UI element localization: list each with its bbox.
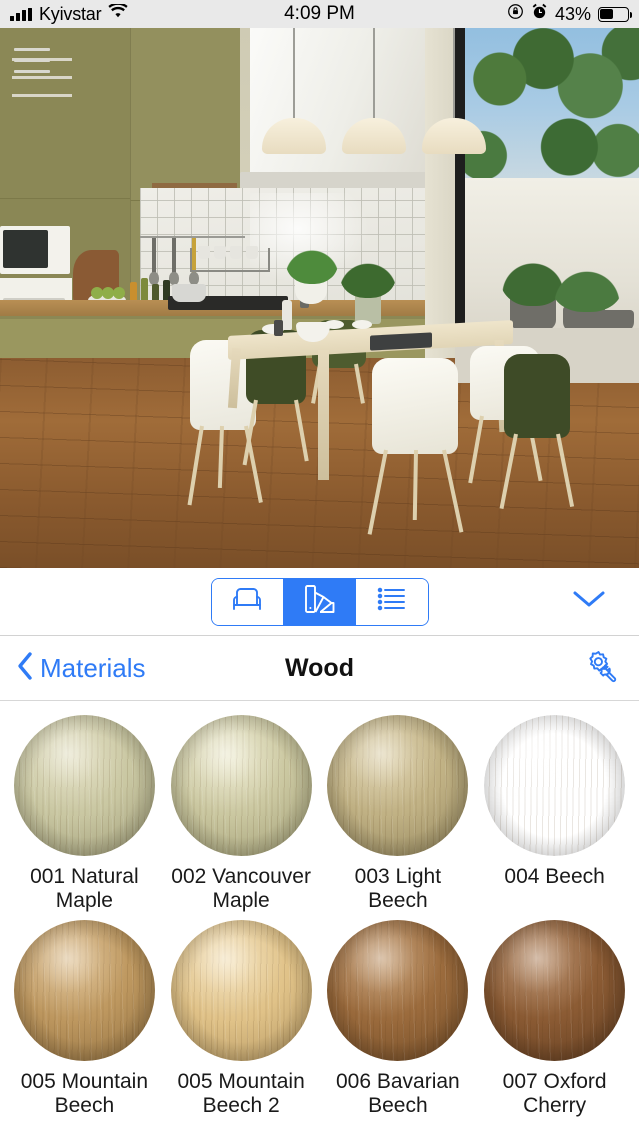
material-label: 005 Mountain Beech xyxy=(20,1070,148,1117)
cellular-signal-icon xyxy=(10,7,32,21)
material-cell[interactable]: 004 Beech xyxy=(476,715,633,920)
utensil-whisk xyxy=(149,238,159,285)
material-cell[interactable]: 001 Natural Maple xyxy=(6,715,163,920)
clock-label: 4:09 PM xyxy=(284,3,355,24)
material-sphere-preview[interactable] xyxy=(484,920,626,1062)
material-sphere-preview[interactable] xyxy=(13,920,155,1062)
sphere-shading xyxy=(170,715,312,856)
material-label: 002 Vancouver Maple xyxy=(171,865,311,912)
material-label: 003 Light Beech xyxy=(354,865,442,912)
status-bar-right: 43% xyxy=(428,3,639,26)
material-label: 007 Oxford Cherry xyxy=(502,1070,607,1117)
cooking-pot xyxy=(172,284,206,302)
mode-toolbar xyxy=(0,568,639,636)
chevron-down-icon xyxy=(572,589,606,614)
material-cell[interactable]: 003 Light Beech xyxy=(320,715,477,920)
material-sphere-preview[interactable] xyxy=(13,715,155,856)
alarm-clock-icon xyxy=(531,3,548,26)
sphere-shading xyxy=(327,920,469,1062)
material-grid: 001 Natural Maple 002 Vancouver Maple 003 … xyxy=(0,701,639,1125)
cup-and-saucer-3 xyxy=(352,320,372,329)
tab-list[interactable] xyxy=(355,578,428,625)
outdoor-trees xyxy=(465,28,639,198)
sphere-shading xyxy=(13,715,155,856)
material-cell[interactable]: 005 Mountain Beech 2 xyxy=(163,920,320,1125)
carrier-label: Kyivstar xyxy=(39,3,102,24)
color-swatches-icon xyxy=(302,583,336,620)
sphere-shading xyxy=(13,920,155,1062)
panel-navigation-bar: Materials Wood xyxy=(0,637,639,701)
collapse-panel-button[interactable] xyxy=(569,582,609,622)
dish-rack xyxy=(190,246,270,272)
sphere-shading xyxy=(170,920,312,1062)
material-sphere-preview[interactable] xyxy=(170,715,312,856)
upper-cabinet-left-2 xyxy=(130,28,240,200)
indoor-plant-tall xyxy=(340,250,396,298)
battery-percent-label: 43% xyxy=(554,3,591,24)
material-sphere-preview[interactable] xyxy=(327,920,469,1062)
status-bar: Kyivstar 4:09 PM 43% xyxy=(0,0,639,28)
material-cell[interactable]: 007 Oxford Cherry xyxy=(476,920,633,1125)
material-label: 006 Bavarian Beech xyxy=(335,1070,460,1117)
range-hood-lip xyxy=(240,172,435,188)
material-label: 004 Beech xyxy=(504,865,605,888)
sphere-shading xyxy=(484,920,626,1062)
material-label: 005 Mountain Beech 2 xyxy=(177,1070,305,1117)
render-viewport[interactable] xyxy=(0,28,639,568)
rotation-lock-icon xyxy=(507,3,524,26)
tab-materials[interactable] xyxy=(283,578,356,625)
microwave-oven xyxy=(0,226,70,274)
range-hood xyxy=(250,28,425,178)
back-button-label: Materials xyxy=(40,653,146,683)
battery-icon xyxy=(597,6,632,22)
hamburger-menu-icon[interactable] xyxy=(14,48,50,74)
table-leg-front xyxy=(318,350,329,480)
indoor-fern xyxy=(286,238,338,284)
material-sphere-preview[interactable] xyxy=(484,715,626,856)
salt-mill xyxy=(282,300,292,330)
outdoor-plant-2 xyxy=(552,260,622,312)
material-grid-container[interactable]: 001 Natural Maple 002 Vancouver Maple 003 … xyxy=(0,701,639,1136)
status-bar-center: 4:09 PM xyxy=(211,3,428,25)
settings-button[interactable] xyxy=(585,648,621,689)
armchair-icon xyxy=(230,584,264,619)
gear-wrench-icon xyxy=(585,650,621,688)
utensil-spoon xyxy=(169,238,179,285)
sphere-shading xyxy=(327,715,469,856)
material-sphere-preview[interactable] xyxy=(327,715,469,856)
material-cell[interactable]: 006 Bavarian Beech xyxy=(320,920,477,1125)
material-cell[interactable]: 005 Mountain Beech xyxy=(6,920,163,1125)
wifi-icon xyxy=(108,2,129,25)
list-icon xyxy=(375,585,409,618)
chevron-left-icon xyxy=(16,651,34,686)
sphere-shading xyxy=(484,715,626,856)
material-sphere-preview[interactable] xyxy=(170,920,312,1062)
tab-furniture[interactable] xyxy=(211,578,284,625)
pepper-mill xyxy=(274,320,283,336)
material-cell[interactable]: 002 Vancouver Maple xyxy=(163,715,320,920)
back-button[interactable]: Materials xyxy=(0,651,145,686)
material-label: 001 Natural Maple xyxy=(30,865,139,912)
status-bar-left: Kyivstar xyxy=(0,2,211,25)
segmented-control[interactable] xyxy=(210,577,429,626)
app-screen: Kyivstar 4:09 PM 43% Materials Wood 001 … xyxy=(0,0,639,1136)
